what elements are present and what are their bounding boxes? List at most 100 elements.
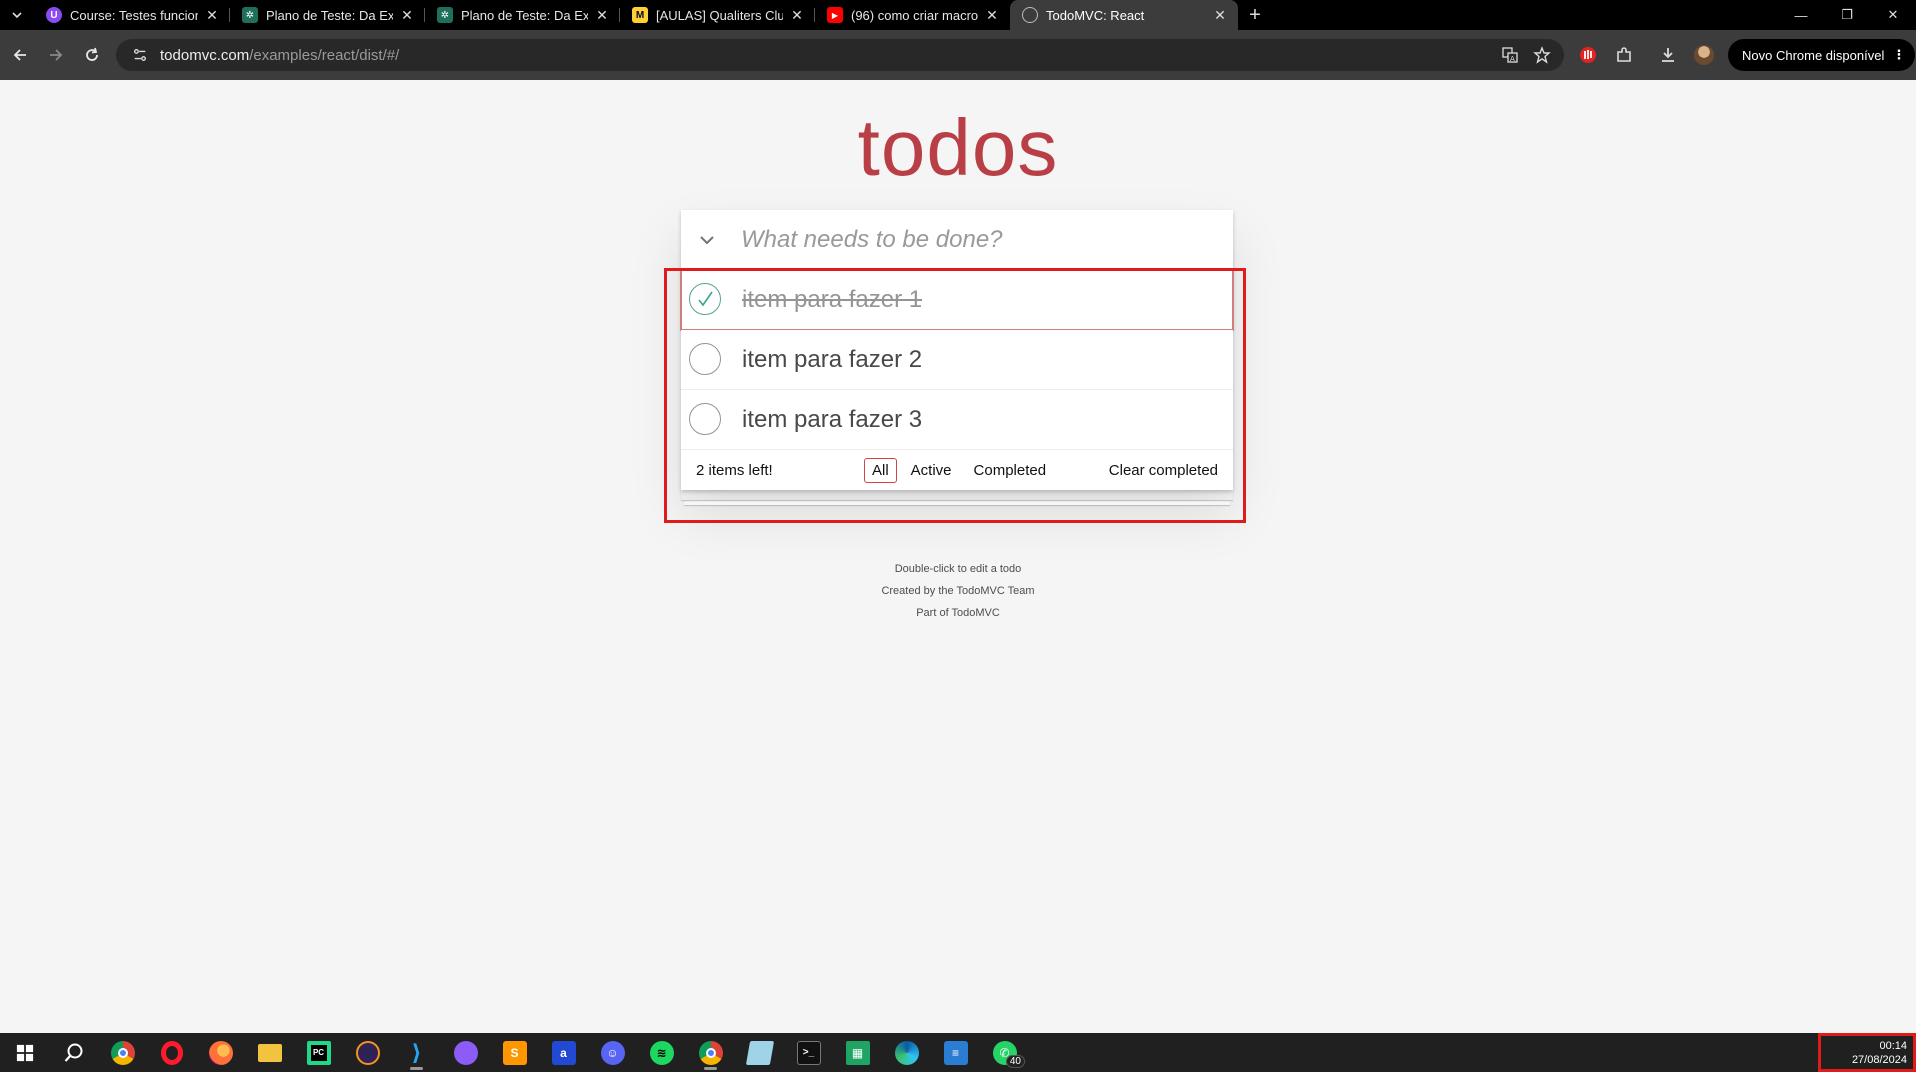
browser-tab[interactable]: U Course: Testes funcionais de ap ✕ [34,0,230,30]
svg-text:A: A [1510,55,1515,63]
reload-button[interactable] [74,37,110,73]
url-path: /examples/react/dist/#/ [249,46,400,64]
clock-date: 27/08/2024 [1851,1053,1907,1066]
browser-tab[interactable]: ✲ Plano de Teste: Da Execução a A ✕ [425,0,620,30]
browser-tab-active[interactable]: TodoMVC: React ✕ [1010,0,1238,30]
todo-toggle-checkbox[interactable] [689,343,721,375]
back-button[interactable] [2,37,38,73]
puzzle-icon [1617,47,1631,62]
profile-button[interactable] [1686,39,1722,71]
taskbar-edge[interactable] [882,1033,931,1072]
new-tab-button[interactable]: + [1238,0,1272,30]
globe-favicon-icon [1022,7,1038,23]
taskbar-discord[interactable]: ☺ [588,1033,637,1072]
taskbar-pycharm[interactable]: PC [294,1033,343,1072]
filter-completed[interactable]: Completed [966,458,1055,483]
tab-title: Plano de Teste: Da Execução a A [461,7,588,23]
extensions-menu-button[interactable] [1606,39,1642,71]
taskbar-opera[interactable] [147,1033,196,1072]
notepad-icon [745,1040,774,1065]
browser-tab[interactable]: ✲ Plano de Teste: Da Execução a A ✕ [230,0,425,30]
start-button[interactable] [0,1033,49,1072]
todo-label: item para fazer 3 [742,405,923,433]
todo-label: item para fazer 1 [742,285,923,313]
taskbar-sheets[interactable]: ▦ [833,1033,882,1072]
todo-item[interactable]: item para fazer 3 [681,390,1233,450]
opera-icon [160,1040,183,1065]
windows-start-icon [16,1044,33,1061]
taskbar-word[interactable]: ≡ [931,1033,980,1072]
info-footer: Double-click to edit a todo Created by t… [0,558,1916,624]
todo-toggle-checkbox[interactable] [689,283,721,315]
chatgpt-favicon-icon: ✲ [437,7,453,23]
translate-button[interactable]: A [1494,39,1526,71]
close-tab-icon[interactable]: ✕ [1212,7,1228,23]
discord-icon: ☺ [600,1040,625,1065]
edge-icon [894,1040,919,1065]
system-clock[interactable]: 00:14 27/08/2024 [1818,1033,1916,1072]
taskbar-chrome-profile[interactable] [686,1033,735,1072]
close-tab-icon[interactable]: ✕ [789,7,805,23]
close-tab-icon[interactable]: ✕ [399,7,415,23]
download-icon [1662,48,1674,62]
close-tab-icon[interactable]: ✕ [984,7,1000,23]
todo-item[interactable]: item para fazer 2 [681,330,1233,390]
filter-active[interactable]: Active [903,458,960,483]
taskbar-vscode[interactable]: ⟩ [392,1033,441,1072]
minimize-button[interactable]: — [1778,0,1824,30]
tab-title: TodoMVC: React [1046,7,1145,23]
site-info-button[interactable] [128,43,152,67]
close-tab-icon[interactable]: ✕ [204,7,220,23]
taskbar-eclipse[interactable] [343,1033,392,1072]
close-tab-icon[interactable]: ✕ [594,7,610,23]
taskbar-chrome[interactable] [98,1033,147,1072]
browser-tab-strip: U Course: Testes funcionais de ap ✕ ✲ Pl… [0,0,1916,30]
arrow-left-icon [13,49,26,61]
bookmark-button[interactable] [1526,39,1558,71]
todo-item[interactable]: item para fazer 1 [680,269,1234,331]
new-todo-input[interactable]: What needs to be done? [741,226,1003,254]
taskbar-terminal[interactable]: >_ [784,1033,833,1072]
terminal-icon: >_ [796,1040,821,1065]
taskbar-github-desktop[interactable] [441,1033,490,1072]
taskbar-firefox[interactable] [196,1033,245,1072]
taskbar-search-button[interactable] [49,1033,98,1072]
sheets-icon: ▦ [845,1040,870,1065]
taskbar-whatsapp[interactable]: ✆ 40 [980,1033,1029,1072]
tab-search-button[interactable] [0,0,34,30]
taskbar-notepad[interactable] [735,1033,784,1072]
filter-all[interactable]: All [864,457,897,483]
star-icon [1533,46,1551,64]
todo-toggle-checkbox[interactable] [689,403,721,435]
windows-taskbar: PC ⟩ S a ☺ ≋ >_ ▦ ≡ ✆ 40 00:14 27/08/202… [0,1033,1916,1072]
extension-button[interactable] [1570,39,1606,71]
restore-button[interactable]: ❐ [1824,0,1870,30]
clear-completed-button[interactable]: Clear completed [1109,462,1218,479]
close-window-button[interactable]: ✕ [1870,0,1916,30]
miro-favicon-icon: M [632,7,648,23]
translate-icon: A [1502,47,1518,63]
browser-tab[interactable]: ▶ (96) como criar macros no exce ✕ [815,0,1010,30]
toggle-all-button[interactable] [689,222,725,258]
chrome-update-button[interactable]: Novo Chrome disponível ⋮ [1728,39,1916,71]
chrome-icon [110,1040,135,1065]
browser-tab[interactable]: M [AULAS] Qualiters Club - Miro ✕ [620,0,815,30]
github-desktop-icon [453,1040,478,1065]
taskbar-spotify[interactable]: ≋ [637,1033,686,1072]
todo-footer: 2 items left! All Active Completed Clear… [681,450,1233,490]
filters: All Active Completed [861,457,1057,483]
taskbar-file-explorer[interactable] [245,1033,294,1072]
todo-list: item para fazer 1 item para fazer 2 item… [680,269,1234,450]
taskbar-ankr[interactable]: a [539,1033,588,1072]
taskbar-sublime[interactable]: S [490,1033,539,1072]
file-explorer-icon [257,1043,282,1062]
minimize-icon: — [1794,7,1808,23]
downloads-button[interactable] [1650,39,1686,71]
todo-label: item para fazer 2 [742,345,923,373]
chrome-profile-icon [698,1040,723,1065]
address-bar[interactable]: todomvc.com/examples/react/dist/#/ A [116,39,1564,71]
reload-icon [86,47,98,61]
youtube-favicon-icon: ▶ [827,7,843,23]
pycharm-icon: PC [306,1040,331,1065]
forward-button[interactable] [38,37,74,73]
